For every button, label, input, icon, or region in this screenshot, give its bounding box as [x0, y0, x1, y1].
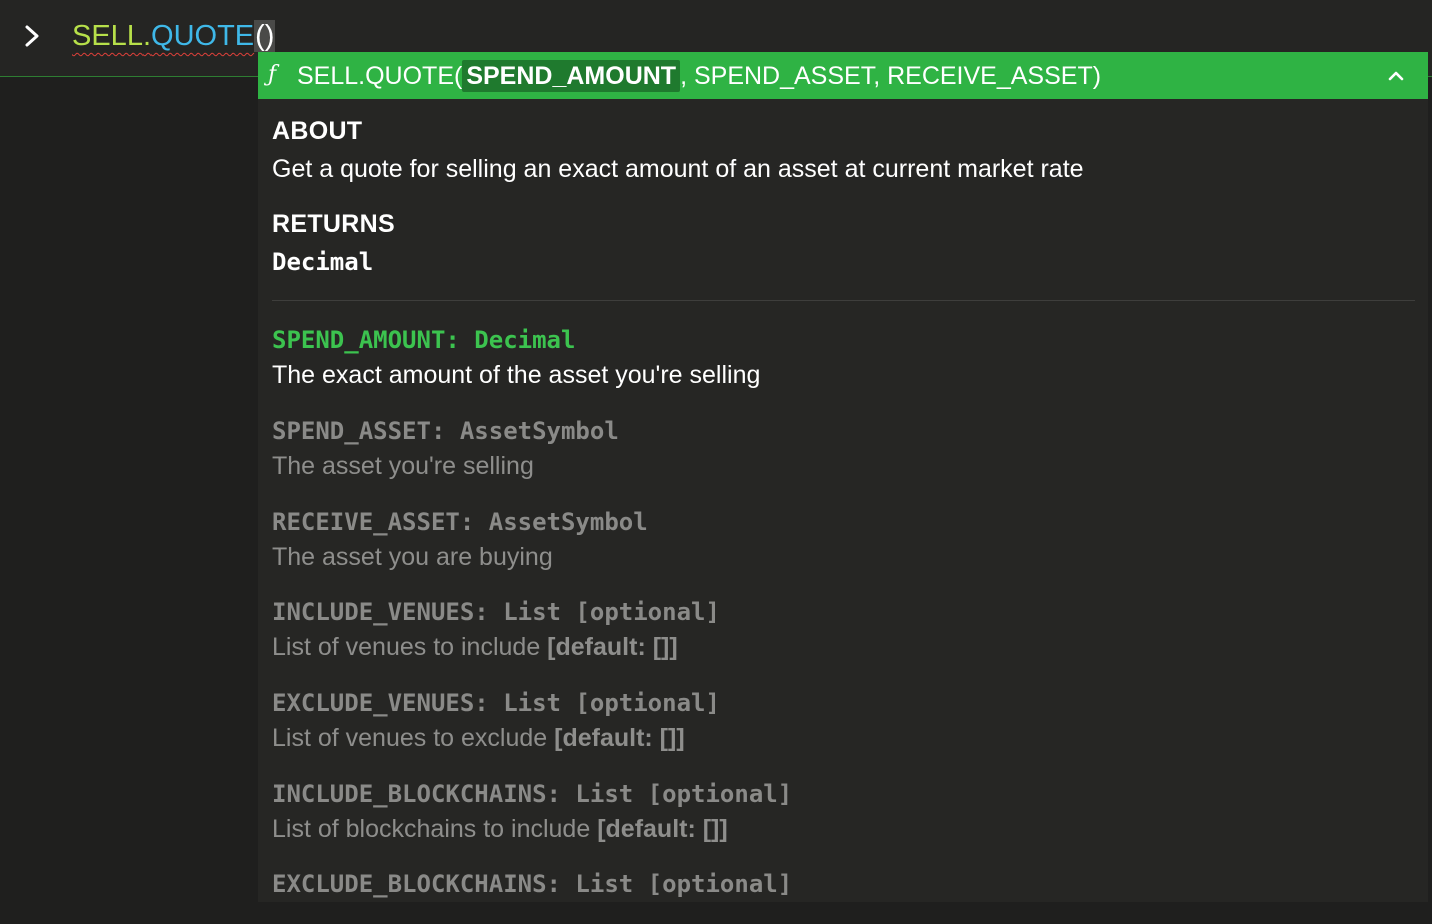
function-icon: ƒ [268, 62, 277, 87]
formula-function-name: QUOTE [151, 20, 255, 52]
param-description: List of venues to exclude [default: []] [272, 721, 1412, 755]
section-divider [272, 300, 1415, 301]
param-default: [default: []] [554, 724, 685, 752]
about-section: ABOUT Get a quote for selling an exact a… [272, 116, 1084, 186]
param-description: The exact amount of the asset you're sel… [272, 361, 761, 389]
param-default: [default: []] [597, 815, 728, 843]
formula-dot: . [142, 20, 152, 52]
param-receive-asset: RECEIVE_ASSET: AssetSymbol The asset you… [272, 507, 1412, 574]
about-text: Get a quote for selling an exact amount … [272, 155, 1084, 183]
param-default: [default: []] [547, 633, 678, 661]
formula-input[interactable]: SELL.QUOTE() [72, 17, 276, 55]
param-description: The asset you're selling [272, 452, 534, 480]
param-signature: EXCLUDE_BLOCKCHAINS: List [optional] [272, 870, 793, 898]
about-heading: ABOUT [272, 117, 363, 145]
param-signature: INCLUDE_VENUES: List [optional] [272, 598, 720, 626]
editor-background [0, 77, 258, 924]
formula-error-underline: SELL.QUOTE [72, 20, 254, 52]
param-spend-amount: SPEND_AMOUNT: Decimal The exact amount o… [272, 325, 1412, 392]
signature-text: SELL.QUOTE(SPEND_AMOUNT, SPEND_ASSET, RE… [297, 60, 1102, 92]
signature-prefix: SELL.QUOTE( [297, 62, 463, 90]
signature-bar[interactable]: ƒ SELL.QUOTE(SPEND_AMOUNT, SPEND_ASSET, … [258, 52, 1428, 99]
chevron-up-icon[interactable] [1386, 66, 1406, 86]
param-description: List of venues to include [default: []] [272, 630, 1412, 664]
signature-rest: , SPEND_ASSET, RECEIVE_ASSET) [680, 62, 1102, 90]
param-signature: SPEND_ASSET: AssetSymbol [272, 417, 619, 445]
returns-type: Decimal [272, 248, 374, 276]
param-description-text: List of venues to include [272, 633, 548, 661]
param-signature: SPEND_AMOUNT: Decimal [272, 326, 576, 354]
param-signature: INCLUDE_BLOCKCHAINS: List [optional] [272, 780, 793, 808]
param-signature: RECEIVE_ASSET: AssetSymbol [272, 508, 648, 536]
function-help-popup: ƒ SELL.QUOTE(SPEND_AMOUNT, SPEND_ASSET, … [258, 52, 1428, 902]
app-root: SELL.QUOTE() ƒ SELL.QUOTE(SPEND_AMOUNT, … [0, 0, 1432, 924]
signature-active-param: SPEND_AMOUNT [462, 60, 681, 92]
param-description: The asset you are buying [272, 543, 553, 571]
formula-parens: () [254, 20, 276, 52]
param-description-text: List of blockchains to include [272, 815, 598, 843]
param-spend-asset: SPEND_ASSET: AssetSymbol The asset you'r… [272, 416, 1412, 483]
chevron-right-icon [25, 25, 39, 47]
param-description: List of blockchains to include [default:… [272, 812, 1412, 846]
returns-heading: RETURNS [272, 210, 395, 238]
formula-namespace: SELL [72, 20, 143, 52]
param-description-text: List of venues to exclude [272, 724, 555, 752]
param-signature: EXCLUDE_VENUES: List [optional] [272, 689, 720, 717]
param-exclude-blockchains: EXCLUDE_BLOCKCHAINS: List [optional] [272, 869, 1412, 899]
param-include-venues: INCLUDE_VENUES: List [optional] List of … [272, 597, 1412, 664]
returns-section: RETURNS Decimal [272, 209, 395, 279]
param-include-blockchains: INCLUDE_BLOCKCHAINS: List [optional] Lis… [272, 779, 1412, 846]
param-exclude-venues: EXCLUDE_VENUES: List [optional] List of … [272, 688, 1412, 755]
